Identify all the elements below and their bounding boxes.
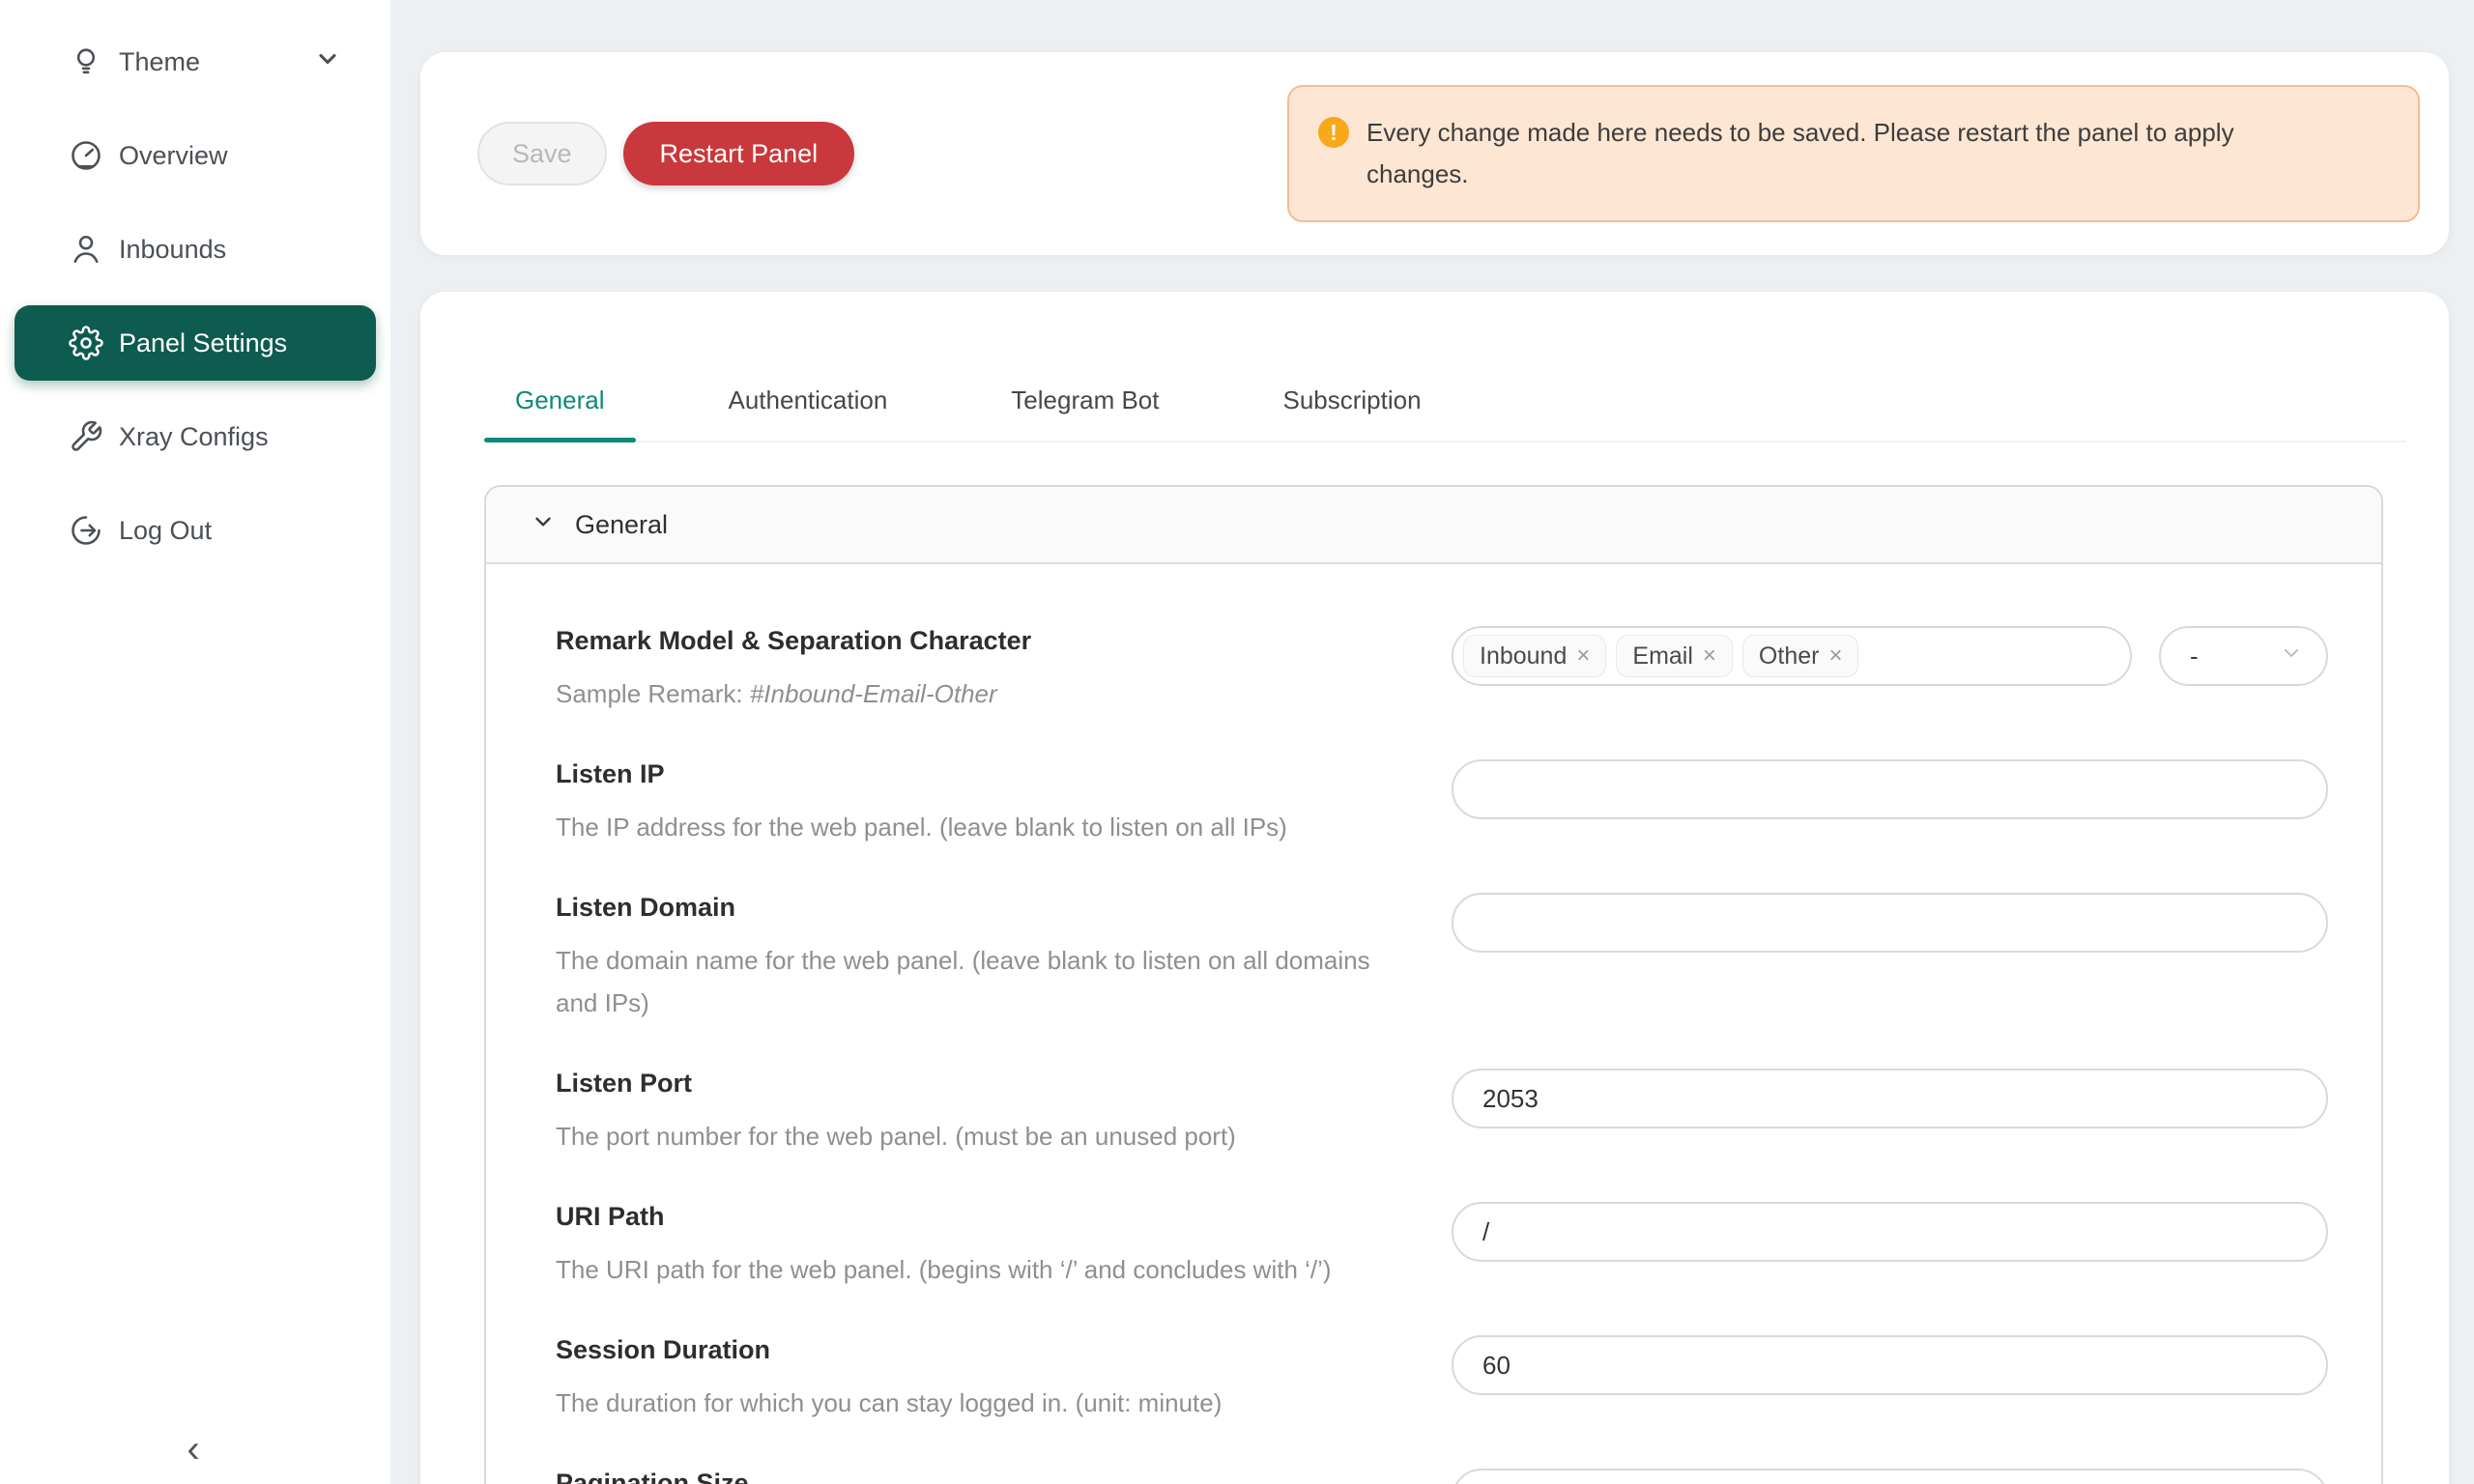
- chevron-down-icon: [531, 509, 556, 541]
- form-row-pagination-size: Pagination Size: [556, 1469, 2328, 1484]
- uri-path-input[interactable]: [1452, 1202, 2328, 1262]
- tab-authentication[interactable]: Authentication: [698, 385, 919, 441]
- field-label: URI Path: [556, 1202, 1413, 1232]
- gear-icon: [69, 326, 103, 360]
- restart-panel-button[interactable]: Restart Panel: [623, 122, 855, 186]
- settings-card: General Authentication Telegram Bot Subs…: [420, 292, 2449, 1484]
- sidebar-item-label: Log Out: [119, 516, 212, 546]
- main-content: Save Restart Panel ! Every change made h…: [390, 0, 2474, 1484]
- field-description: The IP address for the web panel. (leave…: [556, 806, 1413, 848]
- sidebar: Theme Overview Inbounds Panel Settings X…: [0, 0, 390, 1484]
- sidebar-item-overview[interactable]: Overview: [14, 118, 376, 193]
- remove-tag-icon[interactable]: ×: [1576, 644, 1590, 668]
- remove-tag-icon[interactable]: ×: [1828, 644, 1842, 668]
- sidebar-item-label: Theme: [119, 47, 200, 77]
- field-label: Pagination Size: [556, 1469, 1413, 1484]
- form-row-listen-domain: Listen Domain The domain name for the we…: [556, 893, 2328, 1024]
- form-row-listen-port: Listen Port The port number for the web …: [556, 1069, 2328, 1157]
- listen-domain-input[interactable]: [1452, 893, 2328, 953]
- field-description: The port number for the web panel. (must…: [556, 1115, 1413, 1157]
- field-label: Session Duration: [556, 1335, 1413, 1365]
- tag-inbound: Inbound ×: [1463, 635, 1606, 677]
- warning-icon: !: [1318, 117, 1349, 148]
- save-button[interactable]: Save: [477, 122, 607, 186]
- tab-general[interactable]: General: [484, 385, 636, 441]
- field-label: Listen IP: [556, 759, 1413, 789]
- sample-remark-value: #Inbound-Email-Other: [750, 679, 997, 708]
- form-row-uri-path: URI Path The URI path for the web panel.…: [556, 1202, 2328, 1291]
- separator-select[interactable]: -: [2159, 626, 2328, 686]
- field-label: Listen Domain: [556, 893, 1413, 923]
- restart-warning-alert: ! Every change made here needs to be sav…: [1287, 85, 2420, 222]
- alert-message: Every change made here needs to be saved…: [1366, 112, 2314, 195]
- field-description: The domain name for the web panel. (leav…: [556, 939, 1413, 1024]
- remove-tag-icon[interactable]: ×: [1703, 644, 1716, 668]
- field-description: The URI path for the web panel. (begins …: [556, 1248, 1413, 1291]
- field-description: The duration for which you can stay logg…: [556, 1382, 1413, 1424]
- form-row-session-duration: Session Duration The duration for which …: [556, 1335, 2328, 1424]
- sidebar-item-label: Xray Configs: [119, 422, 269, 452]
- listen-ip-input[interactable]: [1452, 759, 2328, 819]
- settings-tabs: General Authentication Telegram Bot Subs…: [484, 292, 2405, 442]
- general-collapse-header[interactable]: General: [486, 487, 2381, 564]
- listen-port-input[interactable]: [1452, 1069, 2328, 1128]
- separator-value: -: [2190, 642, 2199, 671]
- sidebar-item-label: Overview: [119, 141, 228, 171]
- dashboard-icon: [69, 138, 103, 173]
- remark-model-multiselect[interactable]: Inbound × Email × Other ×: [1452, 626, 2132, 686]
- actions-card: Save Restart Panel ! Every change made h…: [420, 52, 2449, 255]
- user-icon: [69, 232, 103, 267]
- sidebar-item-log-out[interactable]: Log Out: [14, 493, 376, 568]
- tab-telegram-bot[interactable]: Telegram Bot: [980, 385, 1190, 441]
- sidebar-item-label: Inbounds: [119, 235, 226, 265]
- field-label: Remark Model & Separation Character: [556, 626, 1413, 656]
- general-form: Remark Model & Separation Character Samp…: [486, 564, 2381, 1484]
- form-row-listen-ip: Listen IP The IP address for the web pan…: [556, 759, 2328, 848]
- wrench-icon: [69, 419, 103, 454]
- section-title: General: [575, 510, 668, 540]
- field-description: Sample Remark: #Inbound-Email-Other: [556, 672, 1413, 715]
- sidebar-collapse-button[interactable]: ‹: [166, 1422, 220, 1476]
- sidebar-item-xray-configs[interactable]: Xray Configs: [14, 399, 376, 474]
- field-label: Listen Port: [556, 1069, 1413, 1099]
- chevron-down-icon: [314, 45, 341, 79]
- tag-other: Other ×: [1742, 635, 1859, 677]
- chevron-down-icon: [2280, 642, 2303, 671]
- sidebar-item-inbounds[interactable]: Inbounds: [14, 212, 376, 287]
- logout-icon: [69, 513, 103, 548]
- session-duration-input[interactable]: [1452, 1335, 2328, 1395]
- form-row-remark-model: Remark Model & Separation Character Samp…: [556, 626, 2328, 715]
- sidebar-item-theme[interactable]: Theme: [14, 24, 376, 100]
- general-collapse-panel: General Remark Model & Separation Charac…: [484, 485, 2383, 1484]
- tab-subscription[interactable]: Subscription: [1251, 385, 1452, 441]
- pagination-size-input[interactable]: [1452, 1469, 2328, 1484]
- tag-email: Email ×: [1616, 635, 1733, 677]
- sidebar-item-label: Panel Settings: [119, 328, 287, 358]
- sidebar-item-panel-settings[interactable]: Panel Settings: [14, 305, 376, 381]
- bulb-icon: [69, 44, 103, 79]
